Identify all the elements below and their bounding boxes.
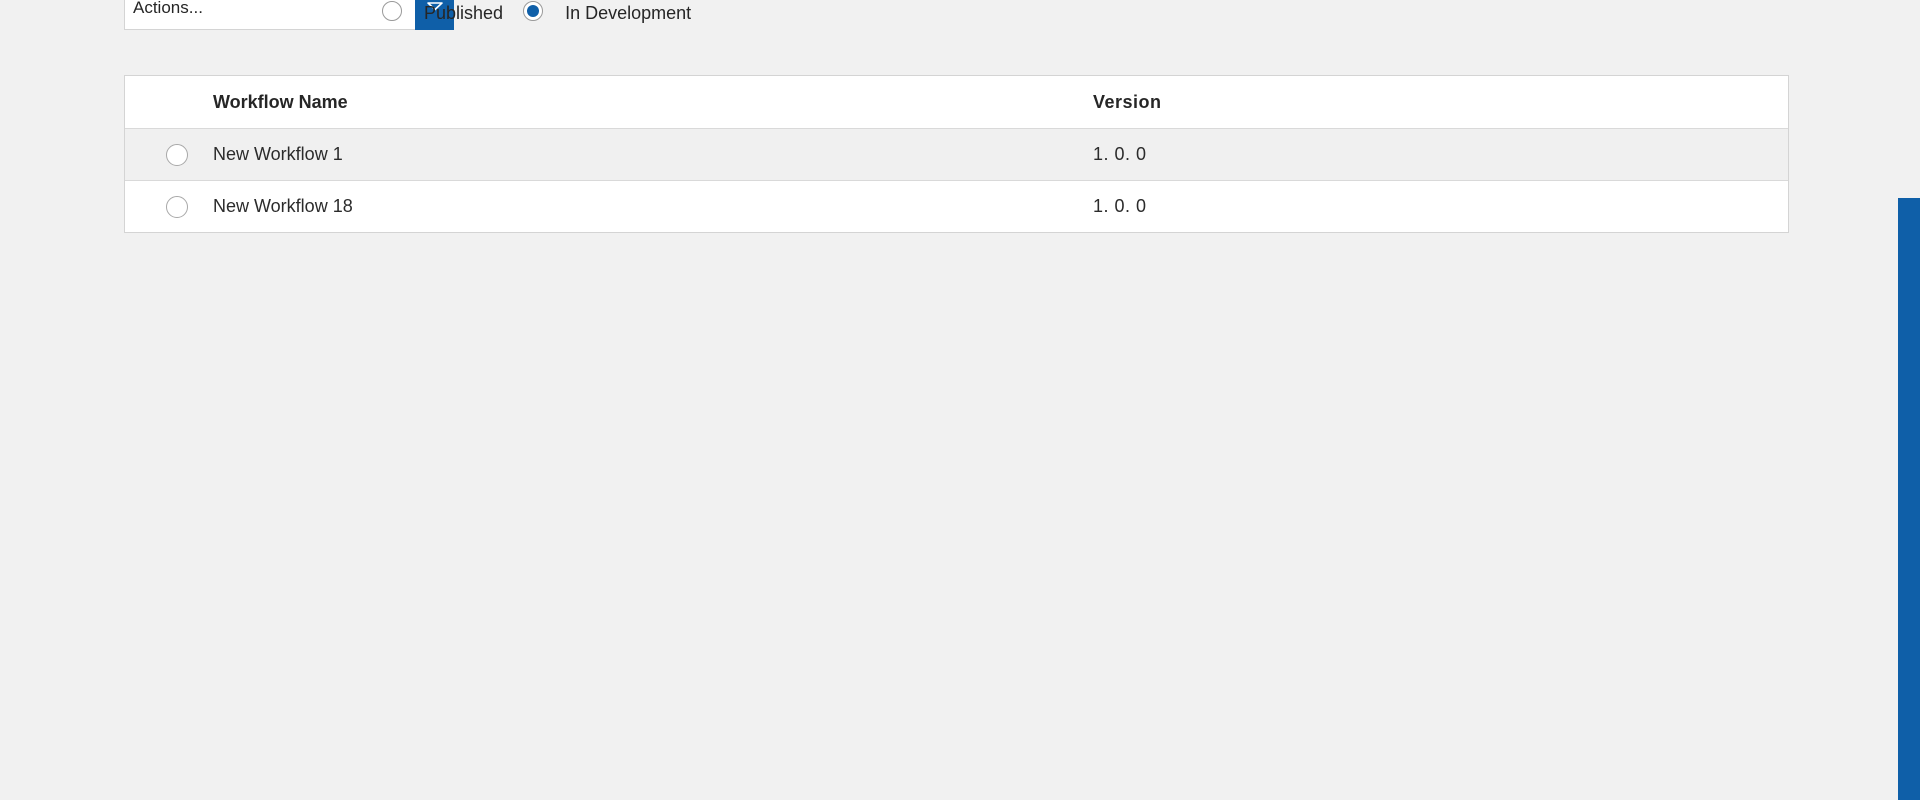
filter-published[interactable]: Published <box>382 1 504 24</box>
page: Actions... Published In Development Work… <box>0 0 1920 800</box>
workflow-version: 1. 0. 0 <box>1093 144 1147 164</box>
workflow-table: Workflow Name Version New Workflow 1 1. … <box>124 75 1789 233</box>
workflow-name: New Workflow 18 <box>213 196 353 216</box>
status-filter: Published In Development <box>382 0 711 30</box>
row-select-radio[interactable] <box>166 144 188 166</box>
filter-published-label: Published <box>424 3 504 23</box>
scrollbar-thumb[interactable] <box>1898 198 1920 800</box>
actions-dropdown-value: Actions... <box>133 0 203 17</box>
workflow-name: New Workflow 1 <box>213 144 343 164</box>
radio-published[interactable] <box>382 1 402 21</box>
radio-in-development[interactable] <box>523 1 544 21</box>
table-row[interactable]: New Workflow 18 1. 0. 0 <box>125 180 1788 232</box>
row-select-radio[interactable] <box>166 196 188 218</box>
column-header-version[interactable]: Version <box>1093 92 1162 113</box>
workflow-version: 1. 0. 0 <box>1093 196 1147 216</box>
table-header: Workflow Name Version <box>125 76 1788 128</box>
column-header-name[interactable]: Workflow Name <box>213 92 348 113</box>
table-row[interactable]: New Workflow 1 1. 0. 0 <box>125 128 1788 180</box>
filter-in-development[interactable]: In Development <box>523 1 692 24</box>
filter-in-development-label: In Development <box>565 3 692 23</box>
